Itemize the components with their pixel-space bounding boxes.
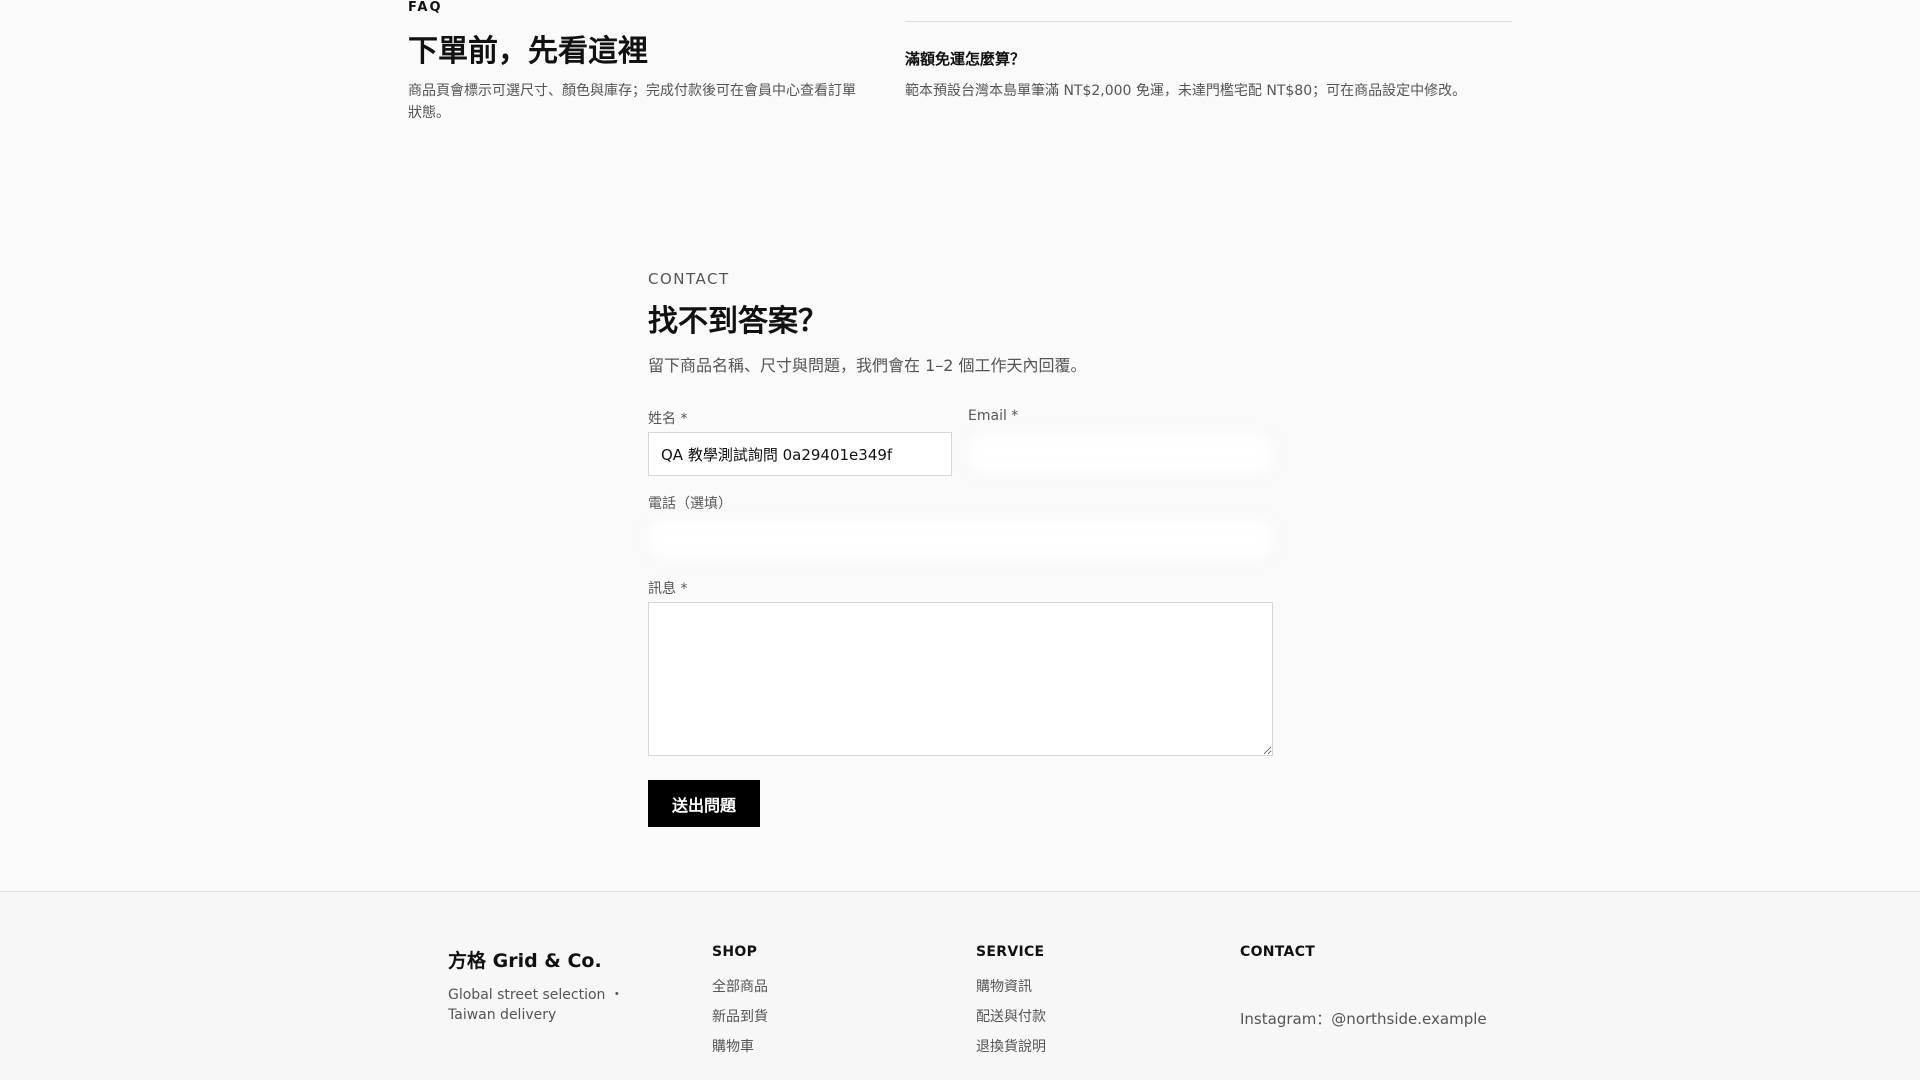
footer-link-all-products[interactable]: 全部商品 xyxy=(712,979,768,995)
faq-divider xyxy=(905,21,1512,22)
brand-name[interactable]: 方格 Grid & Co. xyxy=(448,946,673,973)
site-footer: 方格 Grid & Co. Global street selection ・ … xyxy=(0,891,1920,1080)
footer-contact: CONTACT Instagram：@northside.example xyxy=(1240,944,1487,1029)
footer-service-links: 購物資訊 配送與付款 退換貨說明 xyxy=(976,976,1046,1057)
name-input[interactable] xyxy=(648,432,952,476)
footer-link-shipping-payment[interactable]: 配送與付款 xyxy=(976,1009,1046,1025)
footer-heading-service: SERVICE xyxy=(976,944,1045,960)
footer-link-returns[interactable]: 退換貨說明 xyxy=(976,1039,1046,1055)
name-label: 姓名 * xyxy=(648,411,688,427)
footer-brand: 方格 Grid & Co. Global street selection ・ … xyxy=(448,944,673,1025)
phone-label: 電話（選填） xyxy=(648,496,732,512)
submit-question-button[interactable]: 送出問題 xyxy=(648,780,760,827)
email-label: Email * xyxy=(968,408,1019,424)
faq-eyebrow: FAQ xyxy=(408,0,443,15)
footer-service: SERVICE 購物資訊 配送與付款 退換貨說明 xyxy=(976,944,1046,1066)
footer-heading-shop: SHOP xyxy=(712,944,758,960)
footer-instagram[interactable]: Instagram：@northside.example xyxy=(1240,1008,1487,1029)
brand-tagline: Global street selection ・ Taiwan deliver… xyxy=(448,987,624,1023)
faq-question[interactable]: 滿額免運怎麼算？ xyxy=(905,48,1025,69)
contact-title: 找不到答案？ xyxy=(648,304,828,339)
footer-link-cart[interactable]: 購物車 xyxy=(712,1039,754,1055)
contact-description: 留下商品名稱、尺寸與問題，我們會在 1–2 個工作天內回覆。 xyxy=(648,356,1087,375)
faq-title: 下單前，先看這裡 xyxy=(408,34,648,69)
message-label: 訊息 * xyxy=(648,581,688,597)
email-input[interactable] xyxy=(968,432,1273,476)
faq-answer: 範本預設台灣本島單筆滿 NT$2,000 免運，未達門檻宅配 NT$80；可在商… xyxy=(905,83,1467,99)
footer-shop: SHOP 全部商品 新品到貨 購物車 xyxy=(712,944,768,1066)
phone-input[interactable] xyxy=(648,517,1273,561)
message-textarea[interactable] xyxy=(648,602,1273,756)
faq-section: FAQ 下單前，先看這裡 商品頁會標示可選尺寸、顏色與庫存；完成付款後可在會員中… xyxy=(408,0,1512,170)
faq-description: 商品頁會標示可選尺寸、顏色與庫存；完成付款後可在會員中心查看訂單狀態。 xyxy=(408,83,856,121)
contact-eyebrow: CONTACT xyxy=(648,270,730,288)
footer-link-new-arrivals[interactable]: 新品到貨 xyxy=(712,1009,768,1025)
footer-link-shopping-info[interactable]: 購物資訊 xyxy=(976,979,1032,995)
footer-heading-contact: CONTACT xyxy=(1240,944,1316,960)
footer-shop-links: 全部商品 新品到貨 購物車 xyxy=(712,976,768,1057)
